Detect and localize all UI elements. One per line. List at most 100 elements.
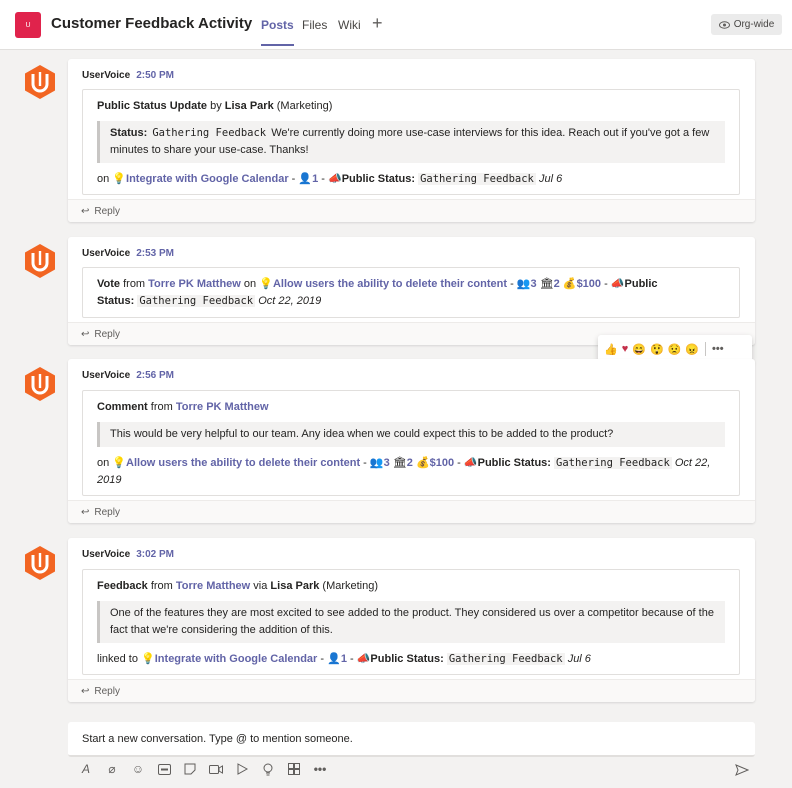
- quote-text: This would be very helpful to our team. …: [110, 428, 614, 440]
- revenue-amount[interactable]: $100: [577, 278, 601, 290]
- surprised-icon[interactable]: 😲: [650, 343, 664, 356]
- send-button[interactable]: [735, 764, 750, 779]
- footer-prefix: on: [97, 173, 110, 185]
- status-date: Oct 22, 2019: [258, 295, 322, 307]
- reply-icon: ↩: [81, 685, 90, 697]
- timestamp[interactable]: 2:50 PM: [136, 70, 174, 81]
- from-label: from: [150, 401, 173, 413]
- reply-icon: ↩: [81, 328, 90, 340]
- tab-files[interactable]: Files: [302, 18, 327, 32]
- send-icon: [735, 764, 750, 776]
- uservoice-logo-icon[interactable]: [22, 366, 58, 402]
- timestamp[interactable]: 3:02 PM: [136, 549, 174, 560]
- reply-button[interactable]: ↩ Reply: [68, 199, 755, 222]
- team-avatar[interactable]: U: [15, 12, 41, 38]
- laugh-icon[interactable]: 😄: [632, 343, 646, 356]
- action-label: Vote: [97, 278, 121, 290]
- message-meta: UserVoice 2:53 PM: [82, 248, 174, 259]
- revenue-amount[interactable]: $100: [430, 457, 454, 469]
- idea-link[interactable]: Allow users the ability to delete their …: [273, 278, 507, 290]
- voter-count[interactable]: 3: [531, 278, 537, 290]
- tab-posts[interactable]: Posts: [261, 18, 294, 46]
- heart-icon[interactable]: ♥: [622, 343, 629, 355]
- status-date: Jul 6: [567, 653, 591, 665]
- gif-icon[interactable]: [157, 762, 171, 776]
- status-code: Gathering Feedback: [418, 173, 536, 185]
- weight-count[interactable]: 2: [407, 457, 413, 469]
- org-wide-label: Org-wide: [733, 19, 775, 30]
- format-icon[interactable]: A: [79, 762, 93, 776]
- message-card: UserVoice 2:53 PM Vote from Torre PK Matt…: [68, 237, 755, 345]
- more-options-icon[interactable]: •••: [712, 343, 724, 355]
- uservoice-logo-icon[interactable]: [22, 545, 58, 581]
- user-name[interactable]: Lisa Park: [225, 100, 274, 112]
- message-heading: Feedback from Torre Matthew via Lisa Par…: [97, 578, 725, 595]
- message-meta: UserVoice 2:56 PM: [82, 370, 174, 381]
- sender-name[interactable]: UserVoice: [82, 549, 130, 560]
- from-label: from: [150, 580, 173, 592]
- sender-name[interactable]: UserVoice: [82, 370, 130, 381]
- apps-icon[interactable]: [287, 762, 301, 776]
- user-link[interactable]: Torre PK Matthew: [148, 278, 241, 290]
- reply-label: Reply: [94, 506, 120, 518]
- weight-icon: 🏛: [392, 457, 407, 469]
- megaphone-icon: 📣: [463, 457, 478, 469]
- message-body: Comment from Torre PK Matthew This would…: [82, 390, 740, 496]
- voters-icon: 👥: [516, 278, 531, 290]
- action-label: Comment: [97, 401, 148, 413]
- uservoice-logo-icon[interactable]: [22, 64, 58, 100]
- praise-icon[interactable]: [261, 762, 275, 776]
- add-tab-button[interactable]: +: [372, 13, 383, 34]
- reply-label: Reply: [94, 205, 120, 217]
- tab-wiki[interactable]: Wiki: [338, 18, 361, 32]
- stream-icon[interactable]: [235, 762, 249, 776]
- like-icon[interactable]: 👍: [604, 343, 618, 356]
- lightbulb-icon: 💡: [141, 653, 155, 665]
- reply-icon: ↩: [81, 205, 90, 217]
- compose-placeholder: Start a new conversation. Type @ to ment…: [82, 733, 353, 745]
- idea-link[interactable]: Integrate with Google Calendar: [155, 653, 318, 665]
- via-label: via: [253, 580, 268, 592]
- quote-text: One of the features they are most excite…: [110, 607, 714, 636]
- emoji-icon[interactable]: ☺: [131, 762, 145, 776]
- attach-icon[interactable]: ⌀: [105, 762, 119, 776]
- user-link[interactable]: Torre PK Matthew: [176, 401, 269, 413]
- user-link[interactable]: Torre Matthew: [176, 580, 250, 592]
- org-wide-badge[interactable]: Org-wide: [711, 14, 782, 35]
- voter-count[interactable]: 1: [312, 173, 318, 185]
- via-user-name[interactable]: Lisa Park: [270, 580, 319, 592]
- status-label: Public Status:: [477, 457, 551, 469]
- lightbulb-icon: 💡: [112, 457, 127, 469]
- action-label: Feedback: [97, 580, 148, 592]
- voter-count[interactable]: 3: [384, 457, 390, 469]
- timestamp[interactable]: 2:53 PM: [136, 248, 174, 259]
- meet-icon[interactable]: [209, 762, 223, 776]
- sender-name[interactable]: UserVoice: [82, 70, 130, 81]
- quote-block: Status: Gathering Feedback We're current…: [97, 121, 725, 163]
- reply-button[interactable]: ↩ Reply: [68, 679, 755, 702]
- on-label: on: [243, 278, 257, 290]
- weight-icon: 🏛: [539, 278, 554, 290]
- new-conversation-input[interactable]: Start a new conversation. Type @ to ment…: [68, 722, 755, 757]
- voters-icon: 👥: [369, 457, 384, 469]
- reply-icon: ↩: [81, 506, 90, 518]
- angry-icon[interactable]: 😠: [685, 343, 699, 356]
- quote-label: Status:: [110, 127, 148, 139]
- timestamp[interactable]: 2:56 PM: [136, 370, 174, 381]
- sad-icon[interactable]: 😟: [668, 343, 682, 356]
- department: (Marketing): [322, 580, 379, 592]
- reply-button[interactable]: ↩ Reply: [68, 500, 755, 523]
- idea-footer: on 💡Integrate with Google Calendar - 👤1 …: [97, 173, 563, 185]
- idea-link[interactable]: Integrate with Google Calendar: [126, 173, 289, 185]
- idea-link[interactable]: Allow users the ability to delete their …: [126, 457, 360, 469]
- uservoice-logo-icon[interactable]: [22, 243, 58, 279]
- voter-icon: 👤: [298, 173, 313, 185]
- message-card: UserVoice 3:02 PM Feedback from Torre Mat…: [68, 538, 755, 702]
- sender-name[interactable]: UserVoice: [82, 248, 130, 259]
- footer-prefix: on: [97, 457, 110, 469]
- more-icon[interactable]: •••: [313, 762, 327, 776]
- reply-label: Reply: [94, 328, 120, 340]
- voter-count[interactable]: 1: [341, 653, 347, 665]
- sticker-icon[interactable]: [183, 762, 197, 776]
- weight-count[interactable]: 2: [554, 278, 560, 290]
